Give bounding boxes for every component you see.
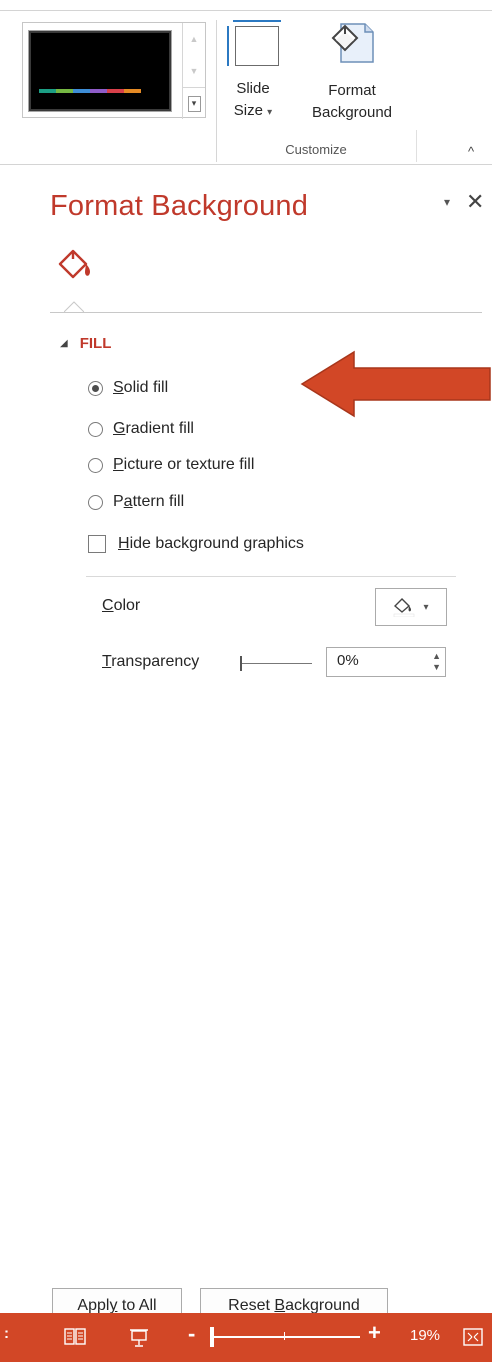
zoom-slider-track[interactable] [210,1336,360,1338]
theme-color-swatches [39,89,141,93]
gallery-scrollbar[interactable]: ▲ ▼ ▾ [182,23,205,119]
format-background-label-2: Background [311,104,393,121]
slide-size-label-2: Size ▾ [233,102,273,119]
picture-texture-fill-radio[interactable] [88,457,103,473]
chevron-down-icon: ▾ [423,601,429,613]
gallery-more-icon: ▾ [187,95,201,112]
fill-color-icon [394,598,415,617]
section-divider [86,576,456,577]
zoom-slider-midpoint [284,1332,285,1340]
fill-section-header[interactable]: ◢ FILL [60,335,111,352]
transparency-input[interactable]: 0% ▲ ▼ [326,647,446,677]
slide-size-label-1: Slide [236,80,270,97]
transparency-slider-track [240,663,312,664]
annotation-arrow [300,350,491,418]
color-picker-button[interactable]: ▾ [375,588,447,626]
pattern-fill-option[interactable]: Pattern fill [88,493,184,511]
slide-size-icon [227,20,281,66]
themes-gallery[interactable]: ▲ ▼ ▾ [22,22,206,119]
zoom-out-button[interactable]: - [188,1321,195,1347]
picture-texture-fill-option[interactable]: Picture or texture fill [88,456,254,474]
tab-divider [50,312,482,313]
format-background-button[interactable]: Format Background [292,18,412,124]
color-label: Color [102,597,141,614]
status-bar: : - + 19% [0,1313,492,1362]
theme-swatch [73,89,90,93]
status-bar-grip: : [4,1325,9,1342]
theme-thumbnail[interactable] [28,30,172,112]
transparency-label: Transparency [102,653,200,670]
zoom-in-button[interactable]: + [368,1320,381,1346]
fill-section-title: FILL [79,335,112,352]
solid-fill-radio[interactable] [88,380,103,396]
transparency-spinner[interactable]: ▲ ▼ [432,651,441,673]
gallery-scroll-down-icon[interactable]: ▼ [183,55,205,87]
format-background-pane: Format Background ▾ ✕ ◢ FILL Solid fill … [0,165,492,1324]
gradient-fill-label: Gradient fill [113,420,194,437]
format-background-label-1: Format [328,82,376,99]
paint-bucket-icon[interactable] [57,247,97,283]
gradient-fill-radio[interactable] [88,421,103,437]
fit-slide-to-window-icon[interactable] [462,1327,484,1347]
solid-fill-option[interactable]: Solid fill [88,379,168,397]
transparency-slider-thumb[interactable] [240,656,242,671]
pattern-fill-radio[interactable] [88,494,103,510]
hide-background-graphics-label: Hide background graphics [118,535,304,552]
solid-fill-label: Solid fill [113,379,169,396]
chevron-down-icon: ▾ [267,107,273,118]
collapse-triangle-icon: ◢ [60,338,68,349]
ribbon-top-border [0,10,492,11]
ribbon-group-separator [216,20,217,162]
hide-background-graphics-option[interactable]: Hide background graphics [88,535,304,553]
pane-options-dropdown-icon[interactable]: ▾ [444,195,450,209]
picture-texture-fill-label: Picture or texture fill [113,456,255,473]
ribbon: ▲ ▼ ▾ Slide Size ▾ Format Background Cus… [0,0,492,164]
theme-swatch [124,89,141,93]
gradient-fill-option[interactable]: Gradient fill [88,420,194,438]
close-icon[interactable]: ✕ [466,189,484,215]
slide-show-icon[interactable] [128,1327,150,1347]
collapse-ribbon-icon[interactable]: ^ [468,144,474,159]
pane-title: Format Background [50,190,309,222]
zoom-slider-thumb[interactable] [210,1327,214,1347]
slide-size-button[interactable]: Slide Size ▾ [226,18,281,124]
customize-group-label: Customize [285,142,347,157]
theme-swatch [39,89,56,93]
pattern-fill-label: Pattern fill [113,493,185,510]
zoom-level[interactable]: 19% [410,1327,440,1344]
hide-background-graphics-checkbox[interactable] [88,535,106,553]
reading-view-icon[interactable] [64,1327,86,1347]
format-background-icon [331,23,374,63]
theme-swatch [56,89,73,93]
theme-swatch [90,89,107,93]
gallery-scroll-up-icon[interactable]: ▲ [183,23,205,55]
transparency-slider[interactable] [240,656,312,672]
ribbon-group-separator-right [416,130,417,162]
transparency-value: 0% [337,652,359,669]
theme-swatch [107,89,124,93]
gallery-more-button[interactable]: ▾ [183,87,205,119]
